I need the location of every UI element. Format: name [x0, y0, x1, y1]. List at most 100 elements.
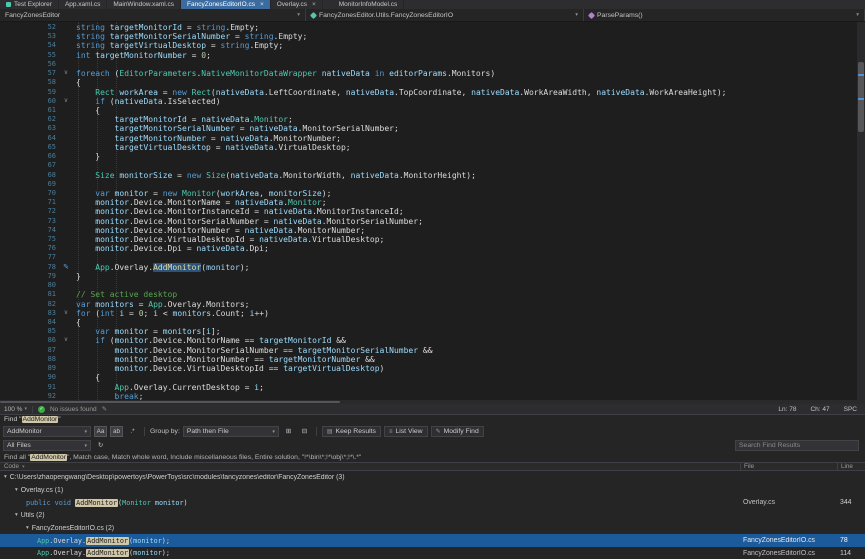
code-line[interactable]: 59 Rect workArea = new Rect(nativeData.L… [0, 88, 865, 97]
class-icon [310, 11, 317, 18]
expander-icon[interactable]: ▾ [26, 525, 29, 531]
close-icon[interactable]: × [312, 0, 316, 9]
code-column-header[interactable]: Code ▾ [0, 463, 740, 470]
fold-collapse-icon[interactable]: ∨ [56, 309, 76, 318]
zoom-control[interactable]: 100 % ▾ [4, 406, 27, 413]
document-tab-overlay-cs[interactable]: Overlay.cs× [271, 0, 323, 9]
code-line[interactable]: 54string targetVirtualDesktop = string.E… [0, 41, 865, 50]
code-line[interactable]: 66 } [0, 152, 865, 161]
code-editor[interactable]: 52string targetMonitorId = string.Empty;… [0, 22, 865, 400]
code-line[interactable]: 69 [0, 180, 865, 189]
expander-icon[interactable]: ▾ [15, 512, 18, 518]
document-tab-mainwindow-xaml-cs[interactable]: MainWindow.xaml.cs [107, 0, 181, 9]
health-check-icon[interactable]: ✓ [38, 406, 45, 413]
fold-collapse-icon[interactable]: ∨ [56, 69, 76, 78]
fold-margin [56, 355, 76, 364]
code-cleanup-icon[interactable]: ✎ [102, 405, 107, 413]
code-line[interactable]: 83∨for (int i = 0; i < monitors.Count; i… [0, 309, 865, 318]
list-view-toggle[interactable]: ≡ List View [384, 426, 428, 437]
code-line[interactable]: 86∨ if (monitor.Device.MonitorName == ta… [0, 336, 865, 345]
document-tab-fancyzoneseditorio-cs[interactable]: FancyZonesEditorIO.cs× [181, 0, 271, 9]
regex-toggle[interactable]: .* [126, 426, 139, 437]
results-tree: ▾C:\Users\zhaopengwang\Desktop\powertoys… [0, 471, 865, 559]
code-line[interactable]: 63 targetMonitorSerialNumber = nativeDat… [0, 124, 865, 133]
code-line[interactable]: 87 monitor.Device.MonitorSerialNumber ==… [0, 346, 865, 355]
expand-all-icon[interactable]: ⊞ [282, 426, 295, 437]
code-line[interactable]: 64 targetMonitorNumber = nativeData.Moni… [0, 134, 865, 143]
project-dropdown[interactable]: FancyZonesEditor ▾ [0, 9, 306, 21]
result-group-row[interactable]: ▾Overlay.cs (1) [0, 484, 865, 497]
code-line[interactable]: 81// Set active desktop [0, 290, 865, 299]
fold-collapse-icon[interactable]: ∨ [56, 97, 76, 106]
whole-word-toggle[interactable]: ab [110, 426, 123, 437]
modify-find-button[interactable]: ✎ Modify Find [431, 426, 484, 437]
code-line[interactable]: 89 monitor.Device.VirtualDesktopId == ta… [0, 364, 865, 373]
code-line[interactable]: 65 targetVirtualDesktop = nativeData.Vir… [0, 143, 865, 152]
code-text: var monitor = new Monitor(workArea, moni… [76, 189, 331, 198]
type-dropdown[interactable]: FancyZonesEditor.Utils.FancyZonesEditorI… [306, 9, 584, 21]
collapse-all-icon[interactable]: ⊟ [298, 426, 311, 437]
code-line[interactable]: 71 monitor.Device.MonitorName = nativeDa… [0, 198, 865, 207]
scope-dropdown[interactable]: All Files ▾ [3, 440, 91, 451]
code-line[interactable]: 85 var monitor = monitors[i]; [0, 327, 865, 336]
result-row[interactable]: public void AddMonitor(Monitor monitor)O… [0, 496, 865, 509]
code-line[interactable]: 90 { [0, 373, 865, 382]
result-row[interactable]: App.Overlay.AddMonitor(monitor);FancyZon… [0, 534, 865, 547]
code-line[interactable]: 91 App.Overlay.CurrentDesktop = i; [0, 383, 865, 392]
document-tab-monitorinfomodel-cs[interactable]: MonitorInfoModel.cs [333, 0, 405, 9]
code-line[interactable]: 70 var monitor = new Monitor(workArea, m… [0, 189, 865, 198]
code-line[interactable]: 52string targetMonitorId = string.Empty; [0, 23, 865, 32]
fold-margin [56, 281, 76, 290]
find-term-combobox[interactable]: AddMonitor ▾ [3, 426, 91, 437]
code-line[interactable]: 57∨foreach (EditorParameters.NativeMonit… [0, 69, 865, 78]
code-line[interactable]: 78✎ App.Overlay.AddMonitor(monitor); [0, 263, 865, 272]
code-line[interactable]: 82var monitors = App.Overlay.Monitors; [0, 300, 865, 309]
code-line[interactable]: 74 monitor.Device.MonitorNumber = native… [0, 226, 865, 235]
code-line[interactable]: 72 monitor.Device.MonitorInstanceId = na… [0, 207, 865, 216]
fold-collapse-icon[interactable]: ∨ [56, 336, 76, 345]
vertical-scrollbar[interactable] [857, 22, 865, 400]
document-tab-test-explorer[interactable]: Test Explorer [0, 0, 59, 9]
fold-margin [56, 327, 76, 336]
search-find-results-input[interactable] [735, 440, 859, 451]
line-number: 72 [0, 207, 56, 216]
group-by-dropdown[interactable]: Path then File ▾ [183, 426, 279, 437]
result-group-row[interactable]: ▾C:\Users\zhaopengwang\Desktop\powertoys… [0, 471, 865, 484]
code-line[interactable]: 77 [0, 253, 865, 262]
refresh-search-icon[interactable]: ↻ [94, 440, 107, 451]
fold-margin [56, 41, 76, 50]
code-line[interactable]: 76 monitor.Device.Dpi = nativeData.Dpi; [0, 244, 865, 253]
code-line[interactable]: 67 [0, 161, 865, 170]
member-dropdown[interactable]: ParseParams() ▾ [584, 9, 865, 21]
code-line[interactable]: 84{ [0, 318, 865, 327]
code-line[interactable]: 55int targetMonitorNumber = 0; [0, 51, 865, 60]
code-line[interactable]: 61 { [0, 106, 865, 115]
code-line[interactable]: 58{ [0, 78, 865, 87]
code-line[interactable]: 56 [0, 60, 865, 69]
scrollbar-thumb[interactable] [858, 62, 864, 132]
match-case-toggle[interactable]: Aa [94, 426, 107, 437]
fold-margin [56, 383, 76, 392]
document-tab-app-xaml-cs[interactable]: App.xaml.cs [59, 0, 107, 9]
keep-results-toggle[interactable]: ▤ Keep Results [322, 426, 381, 437]
result-row[interactable]: App.Overlay.AddMonitor(monitor);FancyZon… [0, 547, 865, 559]
code-line[interactable]: 73 monitor.Device.MonitorSerialNumber = … [0, 217, 865, 226]
line-number: 70 [0, 189, 56, 198]
close-icon[interactable]: × [260, 0, 264, 9]
code-line[interactable]: 80 [0, 281, 865, 290]
code-line[interactable]: 62 targetMonitorId = nativeData.Monitor; [0, 115, 865, 124]
code-line[interactable]: 68 Size monitorSize = new Size(nativeDat… [0, 171, 865, 180]
result-text: ▾Overlay.cs (1) [0, 487, 740, 494]
code-text: App.Overlay.CurrentDesktop = i; [76, 383, 264, 392]
expander-icon[interactable]: ▾ [4, 474, 7, 480]
code-line[interactable]: 60∨ if (nativeData.IsSelected) [0, 97, 865, 106]
scrollbar-thumb[interactable] [0, 401, 340, 403]
code-line[interactable]: 79} [0, 272, 865, 281]
code-line[interactable]: 75 monitor.Device.VirtualDesktopId = nat… [0, 235, 865, 244]
result-group-row[interactable]: ▾Utils (2) [0, 509, 865, 522]
expander-icon[interactable]: ▾ [15, 487, 18, 493]
result-group-row[interactable]: ▾FancyZonesEditorIO.cs (2) [0, 522, 865, 535]
code-line[interactable]: 53string targetMonitorSerialNumber = str… [0, 32, 865, 41]
code-line[interactable]: 88 monitor.Device.MonitorNumber == targe… [0, 355, 865, 364]
code-line[interactable]: 92 break; [0, 392, 865, 400]
